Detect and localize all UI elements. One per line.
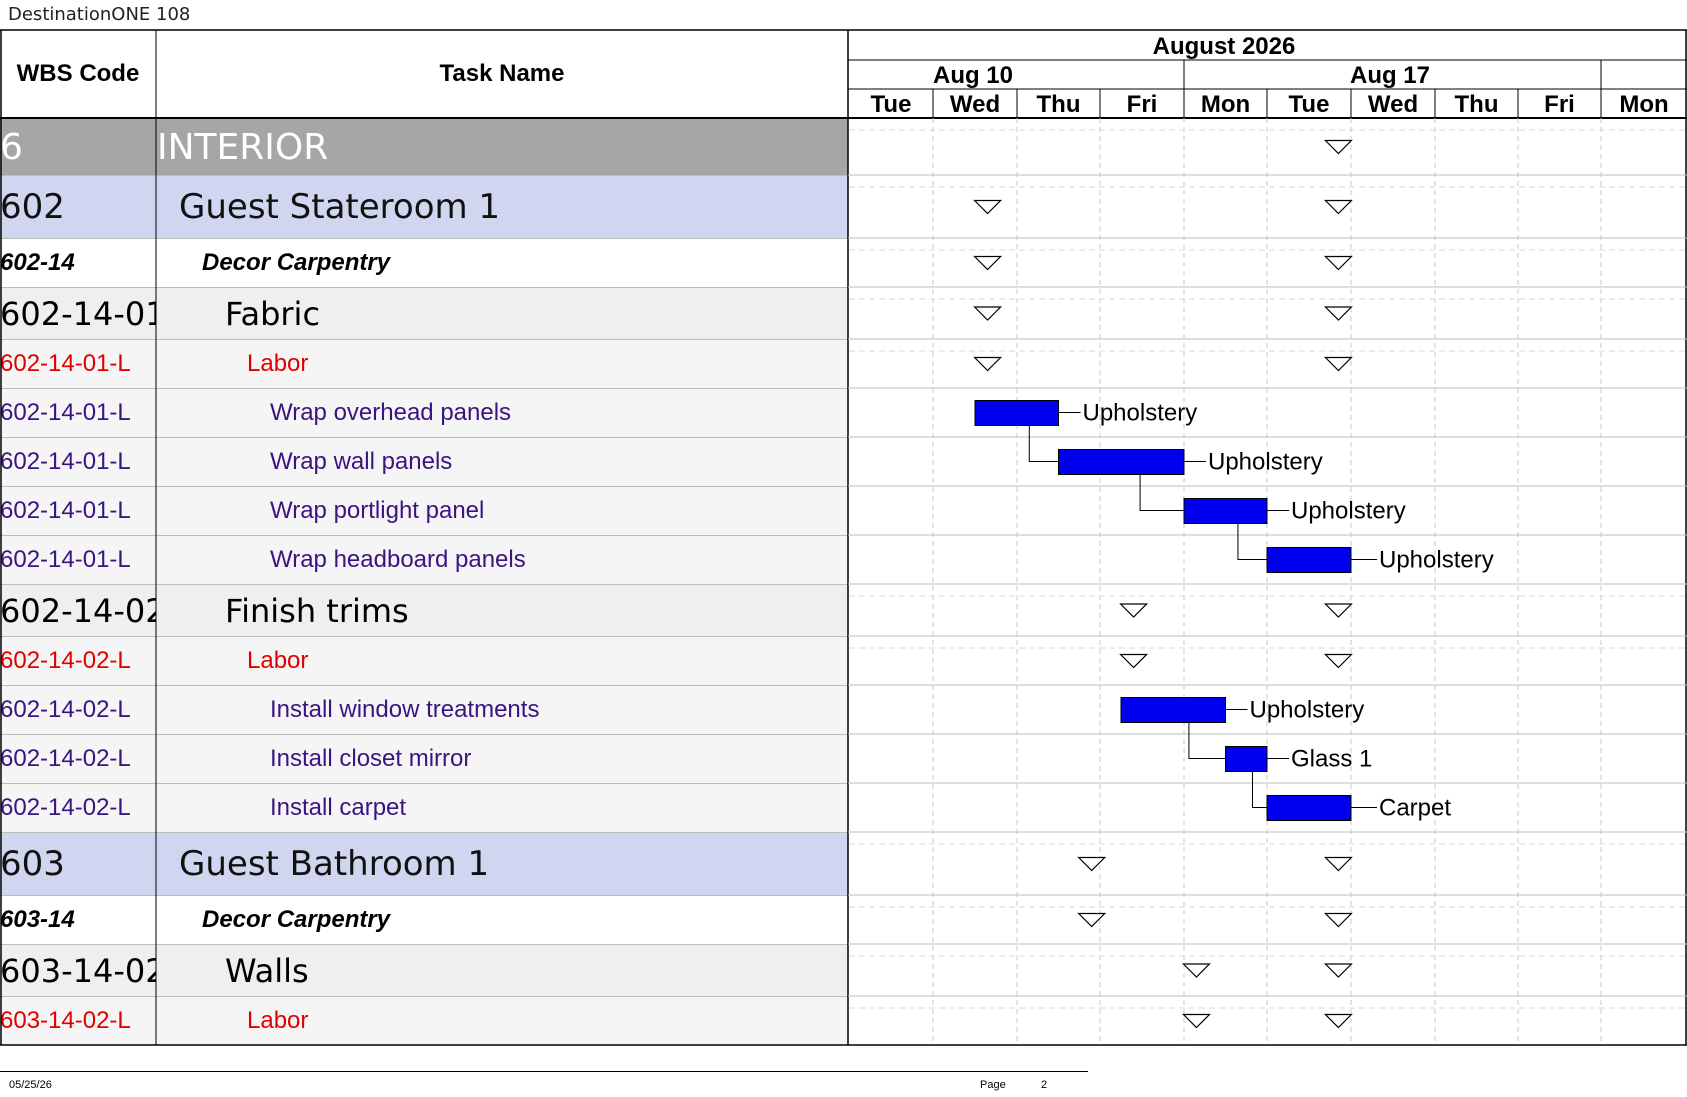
dependency-connector [1028, 425, 1059, 462]
week-label: Aug 17 [1350, 62, 1430, 89]
summary-marker-icon [1323, 199, 1353, 215]
week-label: Aug 10 [933, 62, 1013, 89]
summary-marker-icon [973, 306, 1003, 321]
day-label: Tue [871, 91, 912, 118]
summary-marker-icon [1182, 1013, 1211, 1029]
task-bar [1225, 746, 1268, 772]
dependency-connector [1237, 523, 1267, 560]
summary-marker-icon [973, 255, 1003, 271]
summary-marker-icon [1182, 963, 1211, 978]
day-label: Mon [1619, 91, 1668, 118]
resource-label: Upholstery [1379, 547, 1494, 574]
summary-marker-icon [1077, 856, 1107, 872]
task-bar [1058, 449, 1185, 475]
task-bar [1266, 547, 1352, 573]
resource-label: Carpet [1379, 795, 1451, 822]
summary-marker-icon [1323, 139, 1353, 155]
footer-divider [0, 1071, 1088, 1072]
dependency-connector [1251, 771, 1267, 808]
task-bar [974, 400, 1059, 426]
summary-marker-icon [973, 199, 1003, 215]
gantt-chart: August 2026 Aug 10 Aug 17 Tue Wed Thu Fri Mon Tu… [0, 29, 1687, 1046]
summary-marker-icon [1323, 963, 1353, 978]
day-label: Fri [1127, 91, 1158, 118]
summary-marker-icon [1077, 912, 1107, 928]
summary-marker-icon [1323, 603, 1353, 618]
day-label: Thu [1455, 91, 1499, 118]
footer-page-number: 2 [1041, 1079, 1048, 1091]
summary-marker-icon [973, 356, 1003, 372]
day-label: Mon [1201, 91, 1250, 118]
task-bar [1183, 498, 1268, 524]
day-label: Tue [1289, 91, 1330, 118]
resource-label: Upholstery [1250, 697, 1365, 724]
resource-label: Upholstery [1083, 400, 1198, 427]
task-bar [1266, 795, 1352, 821]
day-label: Fri [1544, 91, 1575, 118]
summary-marker-icon [1119, 603, 1149, 618]
summary-marker-icon [1323, 255, 1353, 271]
task-bar [1120, 697, 1226, 723]
resource-label: Upholstery [1291, 498, 1406, 525]
day-label: Thu [1037, 91, 1081, 118]
footer-date: 05/25/26 [9, 1079, 52, 1091]
resource-label: Upholstery [1208, 449, 1323, 476]
summary-marker-icon [1323, 356, 1353, 372]
footer-page-label: Page [980, 1079, 1006, 1091]
day-label: Wed [1368, 91, 1418, 118]
summary-marker-icon [1323, 306, 1353, 321]
day-label: Wed [950, 91, 1000, 118]
summary-marker-icon [1119, 653, 1149, 669]
dependency-connector [1188, 722, 1226, 759]
summary-marker-icon [1323, 912, 1353, 928]
resource-label: Glass 1 [1291, 746, 1372, 773]
month-label: August 2026 [1153, 33, 1296, 60]
summary-marker-icon [1323, 856, 1353, 872]
summary-marker-icon [1323, 1013, 1353, 1029]
dependency-connector [1139, 474, 1184, 511]
summary-marker-icon [1323, 653, 1353, 669]
